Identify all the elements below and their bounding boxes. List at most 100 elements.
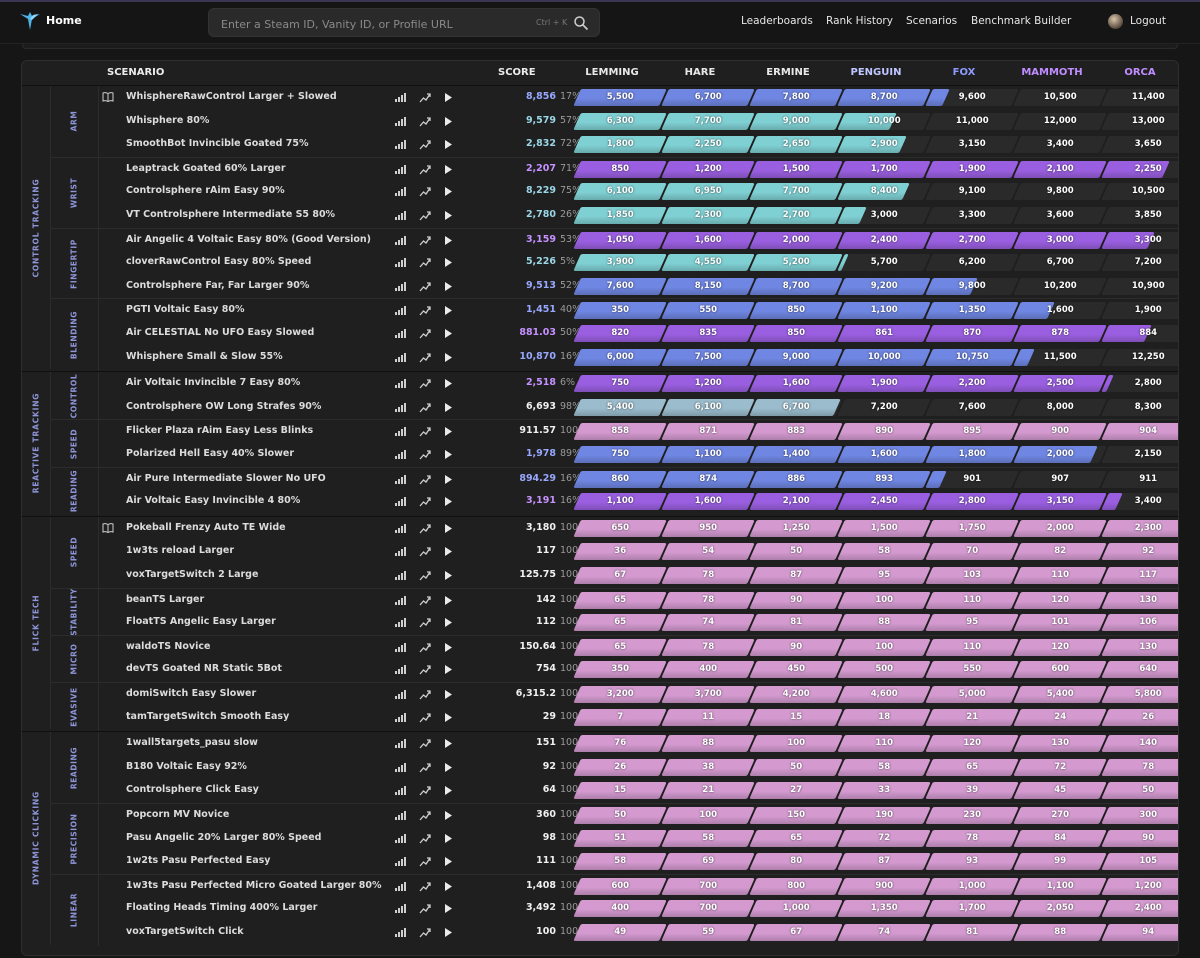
leaderboard-bars-icon[interactable] xyxy=(395,211,406,220)
scenario-name[interactable]: Air Voltaic Easy Invincible 4 80% xyxy=(126,495,300,506)
play-icon[interactable] xyxy=(444,186,453,197)
play-icon[interactable] xyxy=(444,689,453,700)
history-trend-icon[interactable] xyxy=(419,712,431,723)
play-icon[interactable] xyxy=(444,595,453,606)
scenario-name[interactable]: waldoTS Novice xyxy=(126,641,210,652)
history-trend-icon[interactable] xyxy=(419,257,431,268)
scenario-name[interactable]: Whisphere Small & Slow 55% xyxy=(126,351,283,362)
history-trend-icon[interactable] xyxy=(419,352,431,363)
leaderboard-bars-icon[interactable] xyxy=(395,689,406,699)
leaderboard-bars-icon[interactable] xyxy=(395,739,406,749)
leaderboard-bars-icon[interactable] xyxy=(395,712,406,722)
history-trend-icon[interactable] xyxy=(419,617,431,628)
history-trend-icon[interactable] xyxy=(419,281,431,292)
scenario-name[interactable]: 1wall5targets_pasu slow xyxy=(126,737,258,748)
play-icon[interactable] xyxy=(444,927,453,938)
play-icon[interactable] xyxy=(444,496,453,507)
history-trend-icon[interactable] xyxy=(419,881,431,892)
leaderboard-bars-icon[interactable] xyxy=(395,881,406,891)
play-icon[interactable] xyxy=(444,449,453,460)
history-trend-icon[interactable] xyxy=(419,186,431,197)
history-trend-icon[interactable] xyxy=(419,426,431,437)
play-icon[interactable] xyxy=(444,810,453,821)
scenario-name[interactable]: Air Voltaic Invincible 7 Easy 80% xyxy=(126,377,300,388)
leaderboard-bars-icon[interactable] xyxy=(395,570,406,580)
history-trend-icon[interactable] xyxy=(419,116,431,127)
leaderboard-bars-icon[interactable] xyxy=(395,927,406,937)
play-icon[interactable] xyxy=(444,378,453,389)
scenario-name[interactable]: beanTS Larger xyxy=(126,594,204,605)
play-icon[interactable] xyxy=(444,402,453,413)
scenario-name[interactable]: Pasu Angelic 20% Larger 80% Speed xyxy=(126,832,321,843)
history-trend-icon[interactable] xyxy=(419,496,431,507)
leaderboard-bars-icon[interactable] xyxy=(395,352,406,362)
leaderboard-bars-icon[interactable] xyxy=(395,427,406,437)
play-icon[interactable] xyxy=(444,352,453,363)
history-trend-icon[interactable] xyxy=(419,474,431,485)
scenario-name[interactable]: Polarized Hell Easy 40% Slower xyxy=(126,448,294,459)
scenario-name[interactable]: Pokeball Frenzy Auto TE Wide xyxy=(126,522,286,533)
play-icon[interactable] xyxy=(444,523,453,534)
history-trend-icon[interactable] xyxy=(419,738,431,749)
leaderboard-bars-icon[interactable] xyxy=(395,306,406,316)
scenario-name[interactable]: voxTargetSwitch 2 Large xyxy=(126,569,258,580)
leaderboard-bars-icon[interactable] xyxy=(395,642,406,652)
leaderboard-bars-icon[interactable] xyxy=(395,449,406,459)
scenario-name[interactable]: Controlsphere rAim Easy 90% xyxy=(126,185,285,196)
history-trend-icon[interactable] xyxy=(419,570,431,581)
scenario-name[interactable]: Popcorn MV Novice xyxy=(126,809,229,820)
history-trend-icon[interactable] xyxy=(419,595,431,606)
play-icon[interactable] xyxy=(444,738,453,749)
scenario-name[interactable]: devTS Goated NR Static 5Bot xyxy=(126,663,282,674)
play-icon[interactable] xyxy=(444,570,453,581)
home-link[interactable]: Home xyxy=(46,14,82,27)
history-trend-icon[interactable] xyxy=(419,164,431,175)
play-icon[interactable] xyxy=(444,546,453,557)
leaderboard-bars-icon[interactable] xyxy=(395,235,406,245)
nav-leaderboards[interactable]: Leaderboards xyxy=(741,15,813,27)
scenario-name[interactable]: cloverRawControl Easy 80% Speed xyxy=(126,256,311,267)
leaderboard-bars-icon[interactable] xyxy=(395,595,406,605)
play-icon[interactable] xyxy=(444,281,453,292)
history-trend-icon[interactable] xyxy=(419,810,431,821)
scenario-name[interactable]: voxTargetSwitch Click xyxy=(126,926,244,937)
scenario-name[interactable]: B180 Voltaic Easy 92% xyxy=(126,761,247,772)
play-icon[interactable] xyxy=(444,257,453,268)
scenario-name[interactable]: 1w3ts Pasu Perfected Micro Goated Larger… xyxy=(126,880,382,891)
search-input[interactable] xyxy=(219,14,523,34)
play-icon[interactable] xyxy=(444,92,453,103)
scenario-name[interactable]: Air Angelic 4 Voltaic Easy 80% (Good Ver… xyxy=(126,234,371,245)
history-trend-icon[interactable] xyxy=(419,664,431,675)
scenario-name[interactable]: 1w2ts Pasu Perfected Easy xyxy=(126,855,270,866)
history-trend-icon[interactable] xyxy=(419,449,431,460)
scenario-name[interactable]: Controlsphere Far, Far Larger 90% xyxy=(126,280,309,291)
play-icon[interactable] xyxy=(444,617,453,628)
history-trend-icon[interactable] xyxy=(419,378,431,389)
leaderboard-bars-icon[interactable] xyxy=(395,810,406,820)
nav-scenarios[interactable]: Scenarios xyxy=(906,15,957,27)
play-icon[interactable] xyxy=(444,642,453,653)
scenario-name[interactable]: Flicker Plaza rAim Easy Less Blinks xyxy=(126,425,313,436)
scenario-name[interactable]: Whisphere 80% xyxy=(126,115,209,126)
avatar[interactable] xyxy=(1108,14,1123,29)
nav-rank-history[interactable]: Rank History xyxy=(826,15,893,27)
leaderboard-bars-icon[interactable] xyxy=(395,497,406,507)
history-trend-icon[interactable] xyxy=(419,546,431,557)
history-trend-icon[interactable] xyxy=(419,523,431,534)
history-trend-icon[interactable] xyxy=(419,856,431,867)
history-trend-icon[interactable] xyxy=(419,762,431,773)
play-icon[interactable] xyxy=(444,762,453,773)
leaderboard-bars-icon[interactable] xyxy=(395,665,406,675)
history-trend-icon[interactable] xyxy=(419,402,431,413)
play-icon[interactable] xyxy=(444,856,453,867)
history-trend-icon[interactable] xyxy=(419,235,431,246)
history-trend-icon[interactable] xyxy=(419,642,431,653)
history-trend-icon[interactable] xyxy=(419,92,431,103)
play-icon[interactable] xyxy=(444,328,453,339)
search-icon[interactable] xyxy=(573,15,589,31)
play-icon[interactable] xyxy=(444,164,453,175)
leaderboard-bars-icon[interactable] xyxy=(395,786,406,796)
play-icon[interactable] xyxy=(444,305,453,316)
scenario-name[interactable]: tamTargetSwitch Smooth Easy xyxy=(126,711,289,722)
search-box[interactable]: Ctrl + K xyxy=(208,8,600,37)
